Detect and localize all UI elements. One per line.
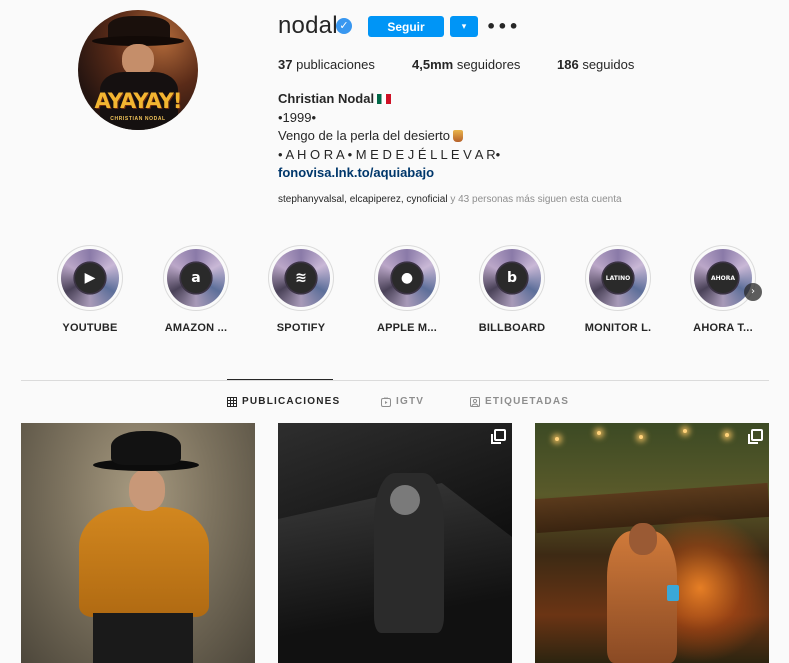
post-thumbnail[interactable] (21, 423, 255, 663)
highlight-ring: a (163, 245, 229, 311)
highlight-ring: AHORA (690, 245, 756, 311)
following-count: 186 (557, 57, 579, 72)
tab-label: IGTV (396, 396, 425, 407)
post-figure-pants-shape (93, 613, 193, 663)
stat-posts: 37 publicaciones (278, 57, 375, 72)
post-thumbnail[interactable] (535, 423, 769, 663)
carousel-icon (748, 429, 763, 444)
bio-line-album: • A H O R A • M E D E J É L L E V A R• (278, 146, 501, 162)
post-figure-face-shape (129, 469, 165, 511)
highlight-label: YOUTUBE (62, 322, 118, 334)
highlight-label: BILLBOARD (478, 322, 546, 334)
highlight-ring: ▶ (57, 245, 123, 311)
profile-avatar[interactable]: AYAYAY! CHRISTIAN NODAL (78, 10, 198, 130)
billboard-icon: b (497, 263, 527, 293)
highlight-spotify[interactable]: ≋ SPOTIFY (256, 245, 346, 334)
post-figure-head-shape (390, 485, 420, 515)
post-figure-hat-shape (111, 431, 181, 465)
emoji-jar-icon (453, 130, 464, 142)
tab-igtv[interactable]: IGTV (381, 396, 424, 407)
carousel-icon (491, 429, 506, 444)
post-figure-shirt-shape (79, 507, 209, 617)
followed-by-accounts: stephanyvalsal, elcapiperez, cynoficial (278, 194, 448, 205)
followers-label: seguidores (456, 57, 521, 72)
highlight-label: APPLE M... (376, 322, 438, 334)
posts-count: 37 (278, 57, 293, 72)
youtube-icon: ▶ (75, 263, 105, 293)
post-string-light (725, 433, 729, 437)
followed-by-text[interactable]: stephanyvalsal, elcapiperez, cynoficial … (278, 194, 622, 205)
amazon-icon: a (181, 263, 211, 293)
post-figure-head-shape (629, 523, 657, 555)
highlight-youtube[interactable]: ▶ YOUTUBE (45, 245, 135, 334)
tab-etiquetadas[interactable]: ETIQUETADAS (470, 396, 569, 407)
highlight-ring: ● (374, 245, 440, 311)
story-highlights: ▶ YOUTUBE a AMAZON ... ≋ SPOTIFY ● APPLE… (0, 245, 789, 340)
post-string-light (555, 437, 559, 441)
highlight-apple-music[interactable]: ● APPLE M... (362, 245, 452, 334)
monitor-latino-icon: LATINO (603, 263, 633, 293)
followers-count: 4,5mm (412, 57, 454, 72)
followed-by-suffix: y 43 personas más siguen esta cuenta (447, 194, 622, 205)
post-string-light (597, 431, 601, 435)
highlight-label: AHORA T... (693, 322, 753, 334)
highlight-billboard[interactable]: b BILLBOARD (467, 245, 557, 334)
post-string-light (683, 429, 687, 433)
igtv-icon (381, 396, 391, 407)
avatar-subtitle-text: CHRISTIAN NODAL (110, 116, 166, 122)
following-label: seguidos (582, 57, 635, 72)
active-tab-indicator (227, 379, 333, 380)
tagged-icon (470, 396, 480, 407)
highlight-ring: LATINO (585, 245, 651, 311)
profile-username: nodal (278, 12, 338, 39)
highlight-label: AMAZON ... (164, 322, 228, 334)
apple-icon: ● (392, 263, 422, 293)
verified-badge-icon: ✓ (336, 18, 352, 34)
post-thumbnail[interactable] (278, 423, 512, 663)
highlight-label: SPOTIFY (276, 322, 326, 334)
mexico-flag-icon (377, 94, 392, 104)
tab-label: PUBLICACIONES (242, 396, 341, 407)
more-options-icon[interactable]: ••• (486, 14, 519, 38)
spotify-icon: ≋ (286, 263, 316, 293)
stat-followers-link[interactable]: 4,5mm seguidores (412, 57, 520, 72)
bio-line-origin: Vengo de la perla del desierto (278, 128, 451, 143)
grid-icon (227, 396, 237, 407)
avatar-title-text: AYAYAY! (94, 89, 183, 113)
highlight-monitor-latino[interactable]: LATINO MONITOR L. (573, 245, 663, 334)
highlight-ring: ≋ (268, 245, 334, 311)
profile-full-name: Christian Nodal (278, 91, 375, 106)
highlights-next-arrow-icon[interactable]: › (744, 283, 762, 301)
profile-bio: Christian Nodal •1999• Vengo de la perla… (278, 90, 500, 183)
bio-external-link[interactable]: fonovisa.lnk.to/aquiabajo (278, 164, 500, 183)
highlight-ring: b (479, 245, 545, 311)
follow-button[interactable]: Seguir (368, 16, 444, 37)
highlight-amazon[interactable]: a AMAZON ... (151, 245, 241, 334)
tabs-divider (21, 380, 769, 381)
tab-label: ETIQUETADAS (485, 396, 570, 407)
bio-line-year: •1999• (278, 109, 317, 125)
post-string-light (639, 435, 643, 439)
posts-label: publicaciones (296, 57, 375, 72)
follow-options-dropdown-button[interactable]: ▾ (450, 16, 478, 37)
highlight-label: MONITOR L. (584, 322, 652, 334)
stat-following-link[interactable]: 186 seguidos (557, 57, 634, 72)
tab-publicaciones[interactable]: PUBLICACIONES (227, 396, 340, 407)
post-cup-shape (667, 585, 679, 601)
ahora-icon: AHORA (708, 263, 738, 293)
